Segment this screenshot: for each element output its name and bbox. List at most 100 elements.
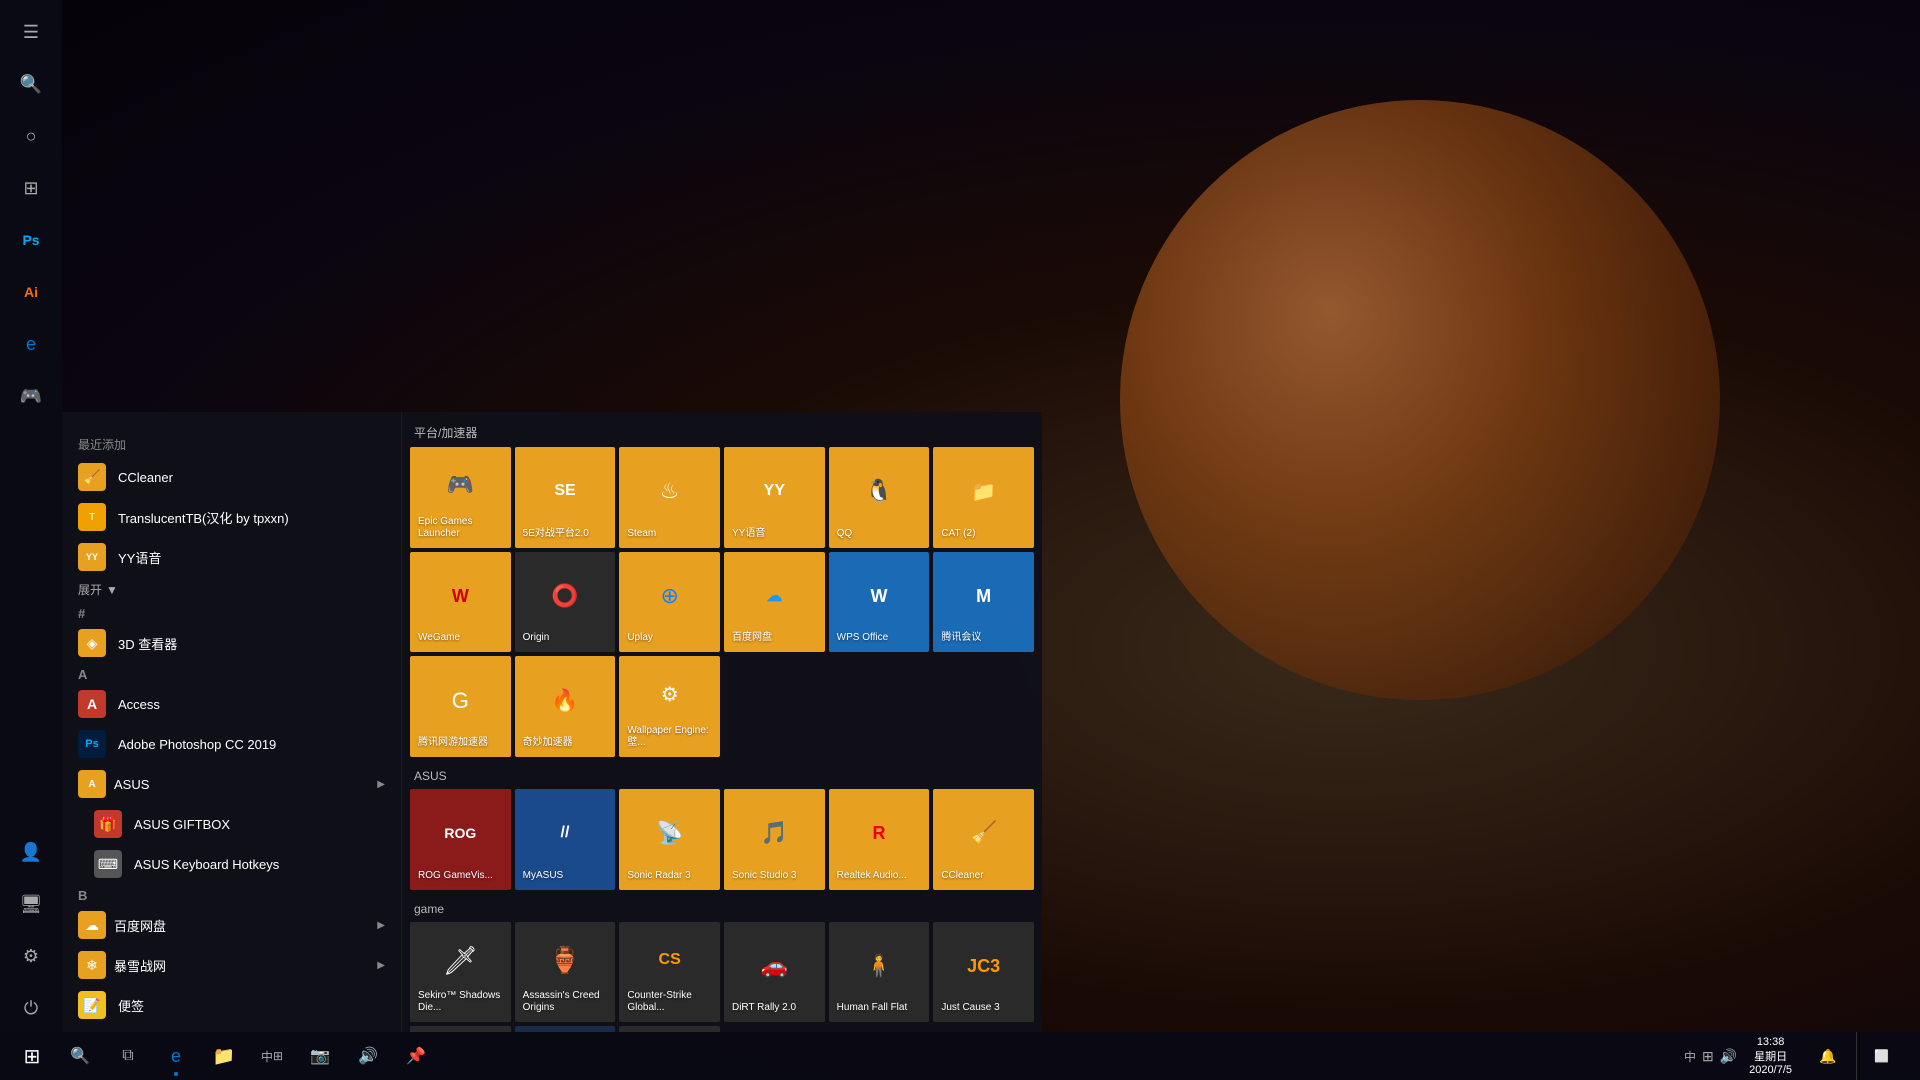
app-item-3d[interactable]: ◈ 3D 查看器: [62, 623, 401, 663]
alpha-b: B: [62, 884, 401, 905]
tray-volume[interactable]: 🔊: [1720, 1048, 1737, 1065]
qimiao-label: 奇妙加速器: [523, 737, 573, 749]
assassin-icon: 🏺: [523, 930, 608, 991]
tile-epic[interactable]: 🎮 Epic Games Launcher: [410, 447, 511, 548]
app-item-notes[interactable]: 📝 便签: [62, 985, 401, 1025]
planet-decoration: [1120, 100, 1720, 700]
app-item-baiducloud[interactable]: ☁ 百度网盘 ▶: [62, 905, 401, 945]
5e-icon: SE: [523, 455, 608, 528]
tile-sonic-studio[interactable]: 🎵 Sonic Studio 3: [724, 789, 825, 890]
tile-dirt[interactable]: 🚗 DiRT Rally 2.0: [724, 922, 825, 1023]
alpha-c: C: [62, 1025, 401, 1032]
app-item-asus-giftbox[interactable]: 🎁 ASUS GIFTBOX: [62, 804, 401, 844]
app-label-yy: YY语音: [118, 548, 161, 567]
taskbar-desktop[interactable]: ⬜: [1856, 1032, 1904, 1080]
wps-icon: W: [837, 560, 922, 633]
tile-overwatch[interactable]: ⭕ 守望先锋: [619, 1026, 720, 1032]
app-icon-ccleaner: 🧹: [78, 463, 106, 491]
app-icon-yy: YY: [78, 543, 106, 571]
game-section-title: game: [410, 898, 1034, 922]
sidebar-search[interactable]: 🔍: [7, 60, 55, 108]
tile-steam[interactable]: ♨ Steam: [619, 447, 720, 548]
tile-cat[interactable]: 📁 CAT (2): [933, 447, 1034, 548]
sidebar-ps[interactable]: Ps: [7, 216, 55, 264]
tile-assassin[interactable]: 🏺 Assassin's Creed Origins: [515, 922, 616, 1023]
app-item-ccleaner[interactable]: 🧹 CCleaner: [62, 457, 401, 497]
app-item-translucenttb[interactable]: T TranslucentTB(汉化 by tpxxn): [62, 497, 401, 537]
tile-qq[interactable]: 🐧 QQ: [829, 447, 930, 548]
asus-expand-arrow: ▶: [377, 779, 385, 790]
tile-qimiao[interactable]: 🔥 奇妙加速器: [515, 656, 616, 757]
sidebar-grid[interactable]: ⊞: [7, 164, 55, 212]
taskbar-app-ch[interactable]: 中 ⊞: [248, 1032, 296, 1080]
tile-wps[interactable]: W WPS Office: [829, 552, 930, 653]
tencent-meeting-label: 腾讯会议: [941, 632, 981, 644]
sidebar-hamburger[interactable]: ☰: [7, 8, 55, 56]
clock-day: 星期日: [1754, 1048, 1787, 1064]
justcause-label: Just Cause 3: [941, 1002, 999, 1014]
tile-rog[interactable]: ROG ROG GameVis...: [410, 789, 511, 890]
tile-uplay[interactable]: ⊕ Uplay: [619, 552, 720, 653]
taskbar-app-explorer[interactable]: 📁: [200, 1032, 248, 1080]
tray-grid[interactable]: ⊞: [1702, 1048, 1714, 1065]
app-label-notes: 便签: [118, 996, 144, 1015]
tile-sonic-radar[interactable]: 📡 Sonic Radar 3: [619, 789, 720, 890]
sidebar-person[interactable]: 👤: [7, 828, 55, 876]
tile-sekiro[interactable]: 🗡 Sekiro™ Shadows Die...: [410, 922, 511, 1023]
sidebar-settings[interactable]: ⚙: [7, 932, 55, 980]
sonic-radar-icon: 📡: [627, 797, 712, 870]
app-item-asus[interactable]: A ASUS ▶: [62, 764, 401, 804]
sidebar-display[interactable]: 🖥: [7, 880, 55, 928]
taskbar-app-pin[interactable]: 📌: [392, 1032, 440, 1080]
tile-wallpaper[interactable]: ⚙ Wallpaper Engine: 壁...: [619, 656, 720, 757]
app-label-access: Access: [118, 697, 160, 712]
app-label-baiducloud: 百度网盘: [114, 916, 166, 935]
tile-myasus[interactable]: // MyASUS: [515, 789, 616, 890]
csgo-label: Counter-Strike Global...: [627, 990, 712, 1014]
app-label-asus-keyboard: ASUS Keyboard Hotkeys: [134, 857, 279, 872]
tile-realtek[interactable]: R Realtek Audio...: [829, 789, 930, 890]
sidebar-edge[interactable]: e: [7, 320, 55, 368]
tile-tencent-acc[interactable]: G 腾讯网游加速器: [410, 656, 511, 757]
taskbar-app-sound[interactable]: 🔊: [344, 1032, 392, 1080]
sidebar-home[interactable]: ○: [7, 112, 55, 160]
taskbar-search[interactable]: 🔍: [56, 1032, 104, 1080]
start-button[interactable]: ⊞: [8, 1032, 56, 1080]
qq-icon: 🐧: [837, 455, 922, 528]
taskbar-clock[interactable]: 13:38 星期日 2020/7/5: [1741, 1036, 1800, 1076]
sidebar-ai[interactable]: Ai: [7, 268, 55, 316]
app-item-blizzard[interactable]: ❄ 暴雪战网 ▶: [62, 945, 401, 985]
tile-5e[interactable]: SE 5E对战平台2.0: [515, 447, 616, 548]
tile-wegame[interactable]: W WeGame: [410, 552, 511, 653]
app-label-photoshop: Adobe Photoshop CC 2019: [118, 737, 276, 752]
expand-row[interactable]: 展开 ▼: [62, 577, 401, 602]
tray-ch-indicator[interactable]: 中: [1684, 1048, 1696, 1065]
cat-label: CAT (2): [941, 528, 975, 540]
app-item-photoshop[interactable]: Ps Adobe Photoshop CC 2019: [62, 724, 401, 764]
blizzard-expand-arrow: ▶: [377, 960, 385, 971]
taskbar-notification[interactable]: 🔔: [1804, 1032, 1852, 1080]
app-item-access[interactable]: A Access: [62, 684, 401, 724]
tile-csgo[interactable]: CS Counter-Strike Global...: [619, 922, 720, 1023]
tile-rdr2[interactable]: 🤠 Red Dead Redemption 2: [410, 1026, 511, 1032]
tile-humanfall[interactable]: 🧍 Human Fall Flat: [829, 922, 930, 1023]
tile-origin[interactable]: ⭕ Origin: [515, 552, 616, 653]
app-label-3d: 3D 查看器: [118, 634, 177, 653]
taskbar-app-camera[interactable]: 📷: [296, 1032, 344, 1080]
tile-ccleaner[interactable]: 🧹 CCleaner: [933, 789, 1034, 890]
tile-justcause[interactable]: JC3 Just Cause 3: [933, 922, 1034, 1023]
tile-yy[interactable]: YY YY语音: [724, 447, 825, 548]
sidebar-power[interactable]: ⏻: [7, 984, 55, 1032]
tencent-acc-icon: G: [418, 664, 503, 737]
taskbar-app-edge[interactable]: e: [152, 1032, 200, 1080]
dirt-label: DiRT Rally 2.0: [732, 1002, 796, 1014]
tile-tencent-meeting[interactable]: M 腾讯会议: [933, 552, 1034, 653]
asus-section-title: ASUS: [410, 765, 1034, 789]
taskbar-taskview[interactable]: ⧉: [104, 1032, 152, 1080]
sidebar-game[interactable]: 🎮: [7, 372, 55, 420]
app-item-asus-keyboard[interactable]: ⌨ ASUS Keyboard Hotkeys: [62, 844, 401, 884]
humanfall-label: Human Fall Flat: [837, 1002, 908, 1014]
tile-lol[interactable]: ⚔ 英雄联盟: [515, 1026, 616, 1032]
app-item-yy[interactable]: YY YY语音: [62, 537, 401, 577]
tile-baiducloud[interactable]: ☁ 百度网盘: [724, 552, 825, 653]
